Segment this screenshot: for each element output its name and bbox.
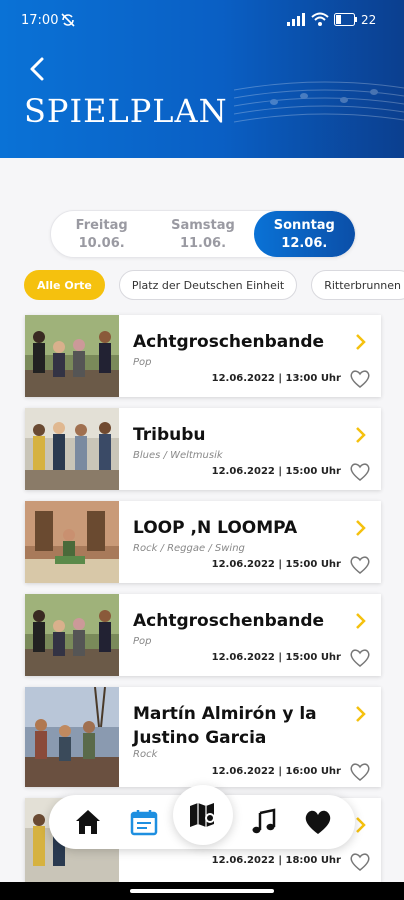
event-genre: Rock / Reggae / Swing (133, 543, 245, 554)
chevron-right-icon[interactable] (355, 612, 367, 630)
day-date: 12.06. (281, 236, 328, 251)
status-bar: 17:00 22 (0, 0, 404, 40)
chevron-right-icon[interactable] (355, 519, 367, 537)
page-title: SPIELPLAN (24, 92, 228, 130)
calendar-icon[interactable] (129, 807, 159, 837)
wifi-icon (311, 12, 329, 26)
heart-outline-icon[interactable] (349, 369, 371, 389)
event-photo (25, 315, 119, 397)
heart-outline-icon[interactable] (349, 762, 371, 782)
event-card[interactable]: Achtgroschenbande Pop 12.06.2022 | 13:00… (25, 315, 381, 397)
map-icon (190, 803, 215, 827)
chevron-right-icon[interactable] (355, 426, 367, 444)
battery-percent: 22 (361, 13, 377, 27)
chevron-right-icon[interactable] (355, 333, 367, 351)
heart-outline-icon[interactable] (349, 462, 371, 482)
event-title: Achtgroschenbande (133, 332, 325, 352)
home-icon[interactable] (73, 807, 103, 837)
heart-outline-icon[interactable] (349, 648, 371, 668)
event-datetime: 12.06.2022 | 13:00 Uhr (211, 373, 341, 384)
event-genre: Pop (133, 357, 152, 368)
day-date: 10.06. (78, 236, 125, 251)
day-name: Samstag (171, 218, 235, 233)
header: 17:00 22 SPIELPLAN (0, 0, 404, 158)
event-photo (25, 594, 119, 676)
event-photo (25, 687, 119, 787)
event-title: Achtgroschenbande (133, 611, 325, 631)
event-card[interactable]: Martín Almirón y la Justino Garcia Rock … (25, 687, 381, 787)
map-button[interactable] (173, 785, 233, 845)
event-datetime: 12.06.2022 | 16:00 Uhr (211, 766, 341, 777)
event-genre: Blues / Weltmusik (133, 450, 223, 461)
chip-alle-orte[interactable]: Alle Orte (24, 270, 105, 300)
chip-platz-der-deutschen-einheit[interactable]: Platz der Deutschen Einheit (118, 270, 298, 300)
status-time: 17:00 (21, 13, 59, 28)
location-filter: Alle Orte Platz der Deutschen Einheit Ri… (24, 270, 404, 302)
screen: 17:00 22 SPIELPLAN Freitag 10.06. Samsta… (0, 0, 404, 900)
day-name: Freitag (75, 218, 128, 233)
no-sync-icon (61, 13, 75, 27)
event-genre: Pop (133, 636, 152, 647)
signal-icon (287, 13, 305, 26)
event-photo (25, 501, 119, 583)
back-arrow-icon[interactable] (26, 56, 48, 82)
home-indicator[interactable] (130, 889, 274, 893)
event-card[interactable]: Tribubu Blues / Weltmusik 12.06.2022 | 1… (25, 408, 381, 490)
heart-outline-icon[interactable] (349, 555, 371, 575)
event-photo (25, 408, 119, 490)
day-date: 11.06. (179, 236, 227, 251)
day-selector: Freitag 10.06. Samstag 11.06. Sonntag 12… (50, 210, 356, 258)
tab-samstag[interactable]: Samstag 11.06. (152, 211, 253, 257)
chevron-right-icon[interactable] (355, 816, 367, 834)
tab-sonntag[interactable]: Sonntag 12.06. (253, 211, 355, 257)
tab-freitag[interactable]: Freitag 10.06. (51, 211, 152, 257)
event-datetime: 12.06.2022 | 15:00 Uhr (211, 466, 341, 477)
heart-icon[interactable] (303, 807, 333, 837)
event-title: LOOP ,N LOOMPA (133, 518, 298, 538)
bottom-nav (49, 785, 355, 849)
music-sheet-decoration (234, 81, 404, 123)
event-datetime: 12.06.2022 | 15:00 Uhr (211, 652, 341, 663)
event-card[interactable]: Achtgroschenbande Pop 12.06.2022 | 15:00… (25, 594, 381, 676)
event-card[interactable]: LOOP ,N LOOMPA Rock / Reggae / Swing 12.… (25, 501, 381, 583)
event-genre: Rock (133, 749, 158, 760)
heart-outline-icon[interactable] (349, 852, 371, 872)
battery-icon (334, 13, 357, 26)
event-datetime: 12.06.2022 | 15:00 Uhr (211, 559, 341, 570)
chevron-right-icon[interactable] (355, 705, 367, 723)
event-title: Tribubu (133, 425, 206, 445)
event-datetime: 12.06.2022 | 18:00 Uhr (211, 855, 341, 866)
chip-ritterbrunnen[interactable]: Ritterbrunnen (311, 270, 404, 300)
day-name: Sonntag (273, 218, 335, 233)
music-note-icon[interactable] (249, 807, 279, 837)
event-title: Martín Almirón y la Justino Garcia (133, 704, 317, 748)
